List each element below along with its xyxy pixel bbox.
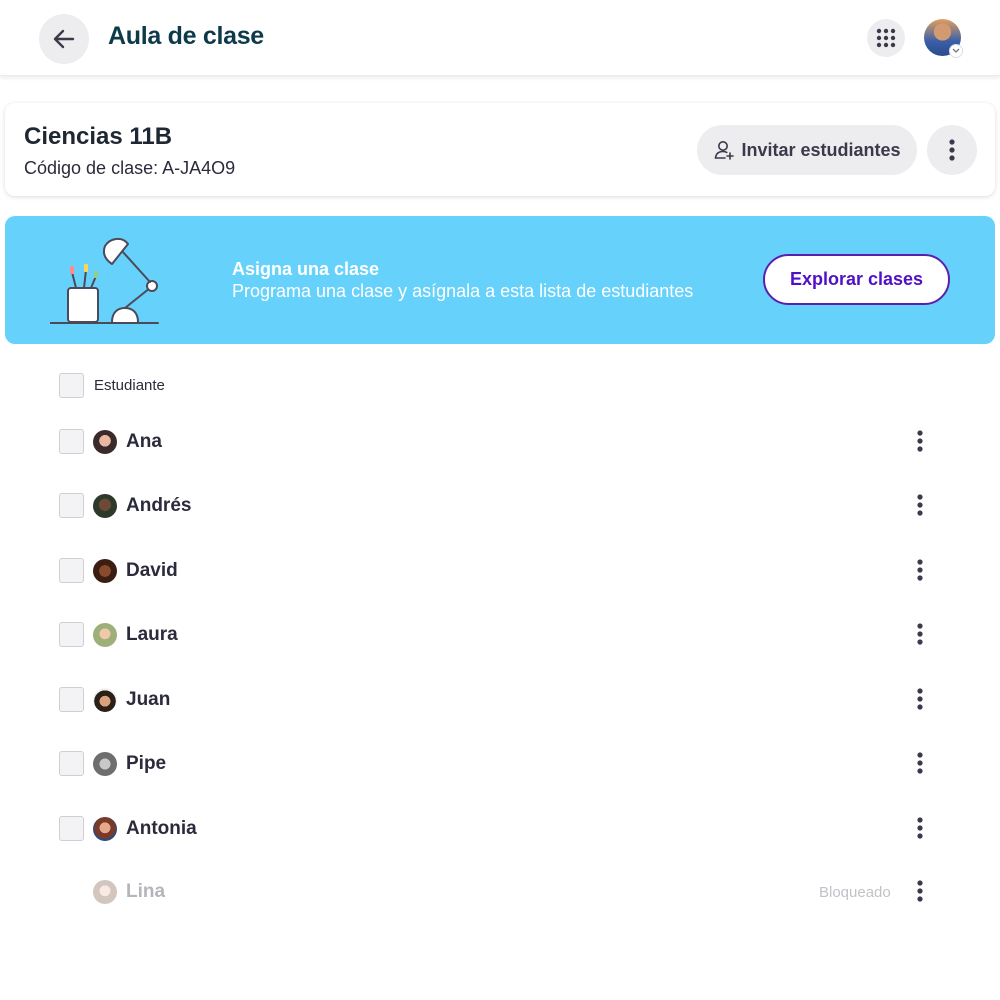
more-vertical-icon <box>917 494 923 516</box>
avatar <box>93 494 117 518</box>
profile-avatar[interactable] <box>924 19 963 58</box>
invite-students-button[interactable]: Invitar estudiantes <box>697 125 917 175</box>
class-more-button[interactable] <box>927 125 977 175</box>
student-name: Pipe <box>126 753 167 774</box>
student-checkbox[interactable] <box>59 429 84 454</box>
more-vertical-icon <box>917 817 923 839</box>
student-column-header: Estudiante <box>94 377 165 394</box>
banner-subtitle: Programa una clase y asígnala a esta lis… <box>232 281 694 301</box>
chevron-down-icon <box>949 44 963 58</box>
more-vertical-icon <box>917 623 923 645</box>
student-name: Andrés <box>126 495 192 516</box>
select-all-checkbox[interactable] <box>59 373 84 398</box>
student-row: Pipe <box>0 743 1000 783</box>
top-bar: Aula de clase <box>0 0 1000 76</box>
class-name: Ciencias 11B <box>24 123 173 150</box>
avatar <box>93 880 117 904</box>
explore-classes-button[interactable]: Explorar clases <box>763 254 950 305</box>
back-button[interactable] <box>39 14 89 64</box>
student-name: Juan <box>126 689 171 710</box>
invite-students-label: Invitar estudiantes <box>741 139 901 160</box>
avatar <box>93 752 117 776</box>
student-row: Laura <box>0 614 1000 654</box>
student-name: David <box>126 560 178 581</box>
student-more-button[interactable] <box>906 618 934 650</box>
student-row: Andrés <box>0 485 1000 525</box>
student-name: Ana <box>126 431 162 452</box>
student-more-button[interactable] <box>906 683 934 715</box>
apps-button[interactable] <box>867 19 905 57</box>
add-user-icon <box>715 141 735 160</box>
student-more-button[interactable] <box>906 554 934 586</box>
student-row: Juan <box>0 679 1000 719</box>
student-more-button[interactable] <box>906 425 934 457</box>
student-checkbox[interactable] <box>59 558 84 583</box>
page-title: Aula de clase <box>108 22 264 50</box>
desk-lamp-illustration-icon <box>50 238 159 324</box>
student-checkbox[interactable] <box>59 816 84 841</box>
avatar <box>93 623 117 647</box>
student-checkbox[interactable] <box>59 622 84 647</box>
blocked-status-label: Bloqueado <box>819 884 891 901</box>
class-card: Ciencias 11B Código de clase: A-JA4O9 In… <box>5 103 995 196</box>
avatar <box>93 559 117 583</box>
student-more-button[interactable] <box>906 812 934 844</box>
more-vertical-icon <box>917 430 923 452</box>
more-vertical-icon <box>949 139 955 161</box>
apps-grid-icon <box>876 28 896 48</box>
student-row-blocked: Lina Bloqueado <box>0 871 1000 911</box>
student-more-button[interactable] <box>906 489 934 521</box>
more-vertical-icon <box>917 752 923 774</box>
more-vertical-icon <box>917 688 923 710</box>
class-code: Código de clase: A-JA4O9 <box>24 158 236 178</box>
student-row: Antonia <box>0 808 1000 848</box>
avatar <box>93 688 117 712</box>
more-vertical-icon <box>917 559 923 581</box>
student-row: David <box>0 550 1000 590</box>
student-name: Lina <box>126 881 166 902</box>
student-name: Antonia <box>126 818 197 839</box>
student-more-button[interactable] <box>906 875 934 907</box>
student-checkbox[interactable] <box>59 687 84 712</box>
banner-title: Asigna una clase <box>232 259 380 279</box>
more-vertical-icon <box>917 880 923 902</box>
student-checkbox[interactable] <box>59 493 84 518</box>
arrow-left-icon <box>53 29 75 49</box>
student-checkbox[interactable] <box>59 751 84 776</box>
avatar <box>93 817 117 841</box>
student-row: Ana <box>0 421 1000 461</box>
student-more-button[interactable] <box>906 747 934 779</box>
student-name: Laura <box>126 624 178 645</box>
assign-class-banner: Asigna una clase Programa una clase y as… <box>5 216 995 344</box>
avatar <box>93 430 117 454</box>
